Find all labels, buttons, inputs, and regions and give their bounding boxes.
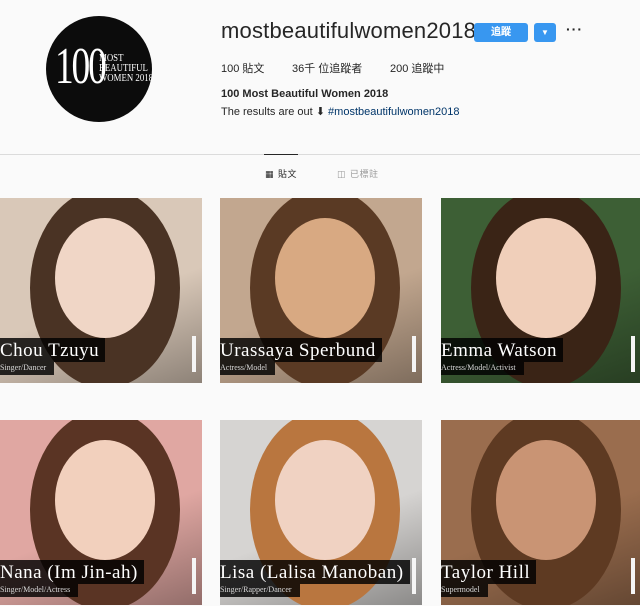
avatar-logo-text: MOST BEAUTIFUL WOMEN 2018 (99, 53, 152, 84)
post-number-mark (412, 336, 416, 372)
follow-button[interactable]: 追蹤 (474, 23, 528, 42)
post-tile[interactable]: Chou Tzuyu Singer/Dancer (0, 198, 202, 383)
post-person-name: Taylor Hill (441, 560, 537, 584)
tab-label: 貼文 (278, 169, 298, 179)
post-tile[interactable]: Urassaya Sperbund Actress/Model (220, 198, 422, 383)
post-person-name: Urassaya Sperbund (220, 338, 382, 362)
avatar-logo-number: 100 (55, 38, 107, 95)
suggestions-dropdown-button[interactable]: ▼ (534, 23, 556, 42)
bio-hashtag-link[interactable]: #mostbeautifulwomen2018 (328, 106, 459, 118)
post-tile[interactable]: Taylor Hill Supermodel (441, 420, 640, 605)
tabs-divider (0, 154, 640, 155)
portrait-face (496, 218, 596, 338)
more-options-icon[interactable]: ··· (566, 21, 583, 37)
posts-count: 100 貼文 (221, 63, 265, 75)
portrait-face (496, 440, 596, 560)
post-tile[interactable]: Nana (Im Jin-ah) Singer/Model/Actress (0, 420, 202, 605)
portrait-face (55, 440, 155, 560)
profile-username: mostbeautifulwomen2018 (221, 18, 477, 43)
post-person-name: Nana (Im Jin-ah) (0, 560, 144, 584)
following-count[interactable]: 200 追蹤中 (390, 60, 444, 76)
post-person-role: Actress/Model/Activist (441, 362, 524, 375)
post-tile[interactable]: Lisa (Lalisa Manoban) Singer/Rapper/Dance… (220, 420, 422, 605)
post-person-role: Supermodel (441, 584, 488, 597)
post-person-role: Singer/Model/Actress (0, 584, 79, 597)
tab-tagged[interactable]: ◫ 已標註 (337, 167, 379, 180)
post-number-mark (192, 336, 196, 372)
followers-count[interactable]: 36千 位追蹤者 (292, 60, 362, 76)
grid-icon: ▦ (265, 169, 275, 179)
post-number-mark (631, 336, 635, 372)
portrait-face (275, 218, 375, 338)
chevron-down-icon: ▼ (541, 28, 549, 37)
tag-icon: ◫ (337, 169, 347, 179)
portrait-face (55, 218, 155, 338)
post-person-role: Singer/Dancer (0, 362, 55, 375)
profile-avatar[interactable]: 100 MOST BEAUTIFUL WOMEN 2018 (46, 16, 152, 122)
profile-bio: The results are out ⬇ #mostbeautifulwome… (221, 105, 460, 118)
post-person-name: Emma Watson (441, 338, 564, 362)
portrait-face (275, 440, 375, 560)
post-person-name: Chou Tzuyu (0, 338, 106, 362)
bio-text: The results are out ⬇ (221, 106, 325, 118)
post-number-mark (412, 558, 416, 594)
post-tile[interactable]: Emma Watson Actress/Model/Activist (441, 198, 640, 383)
post-number-mark (631, 558, 635, 594)
avatar-logo-line: WOMEN 2018 (99, 72, 152, 84)
tab-label: 已標註 (350, 169, 379, 179)
active-tab-indicator (264, 154, 298, 155)
post-person-role: Actress/Model (220, 362, 276, 375)
post-person-name: Lisa (Lalisa Manoban) (220, 560, 410, 584)
post-person-role: Singer/Rapper/Dancer (220, 584, 300, 597)
tab-posts[interactable]: ▦ 貼文 (265, 167, 297, 180)
post-number-mark (192, 558, 196, 594)
profile-full-name: 100 Most Beautiful Women 2018 (221, 88, 389, 100)
